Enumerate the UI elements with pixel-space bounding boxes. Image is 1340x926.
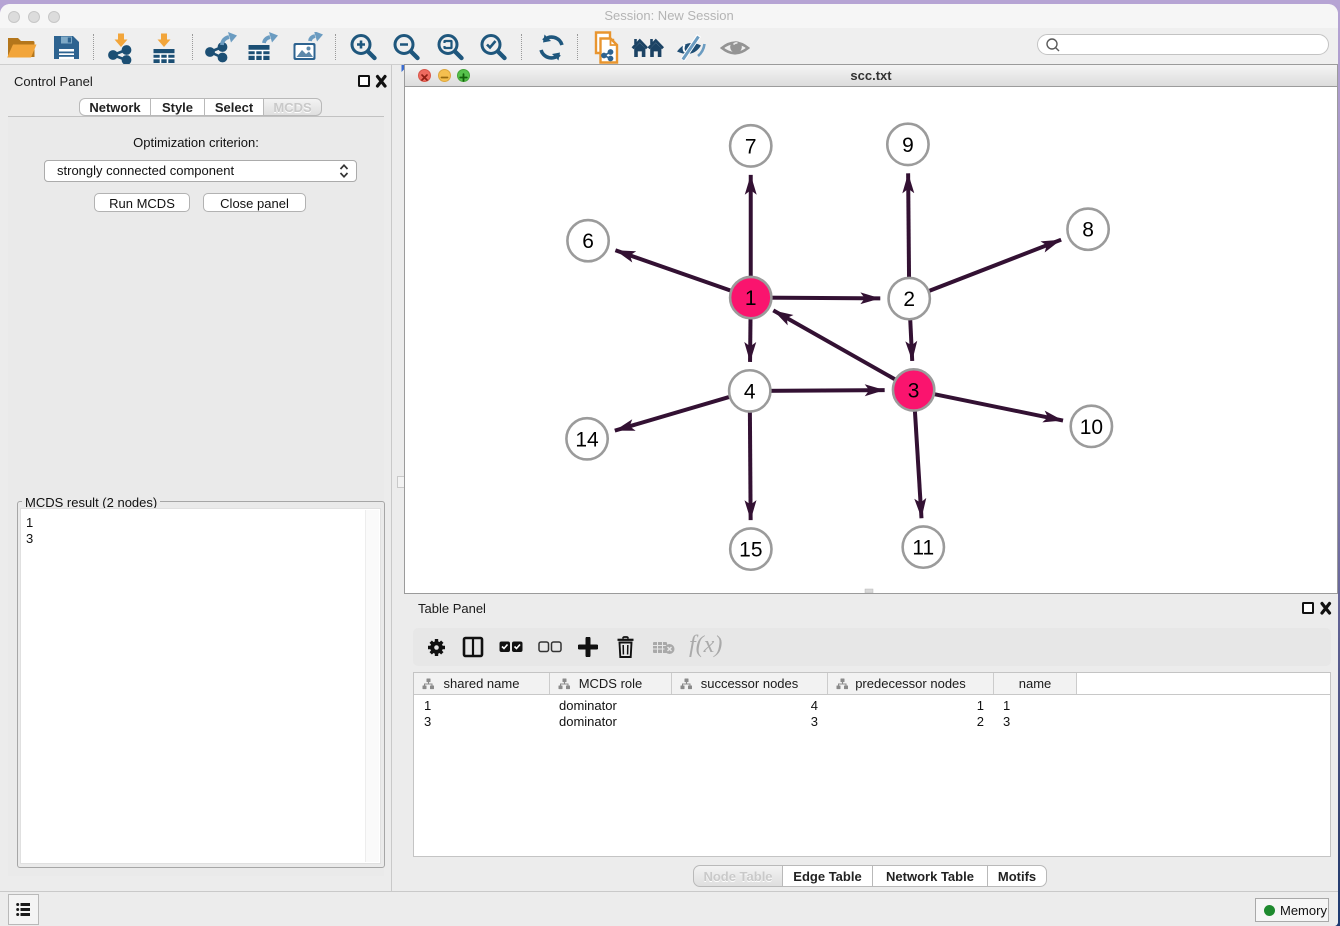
- svg-text:9: 9: [902, 134, 914, 157]
- svg-text:14: 14: [575, 428, 599, 451]
- svg-text:15: 15: [739, 539, 762, 562]
- svg-text:2: 2: [903, 288, 915, 311]
- svg-text:11: 11: [912, 537, 934, 560]
- svg-text:3: 3: [908, 379, 920, 402]
- svg-text:10: 10: [1080, 416, 1103, 439]
- svg-text:1: 1: [745, 287, 757, 310]
- svg-text:6: 6: [582, 230, 594, 253]
- svg-text:7: 7: [745, 135, 757, 158]
- svg-text:4: 4: [744, 380, 756, 403]
- svg-text:8: 8: [1082, 219, 1094, 242]
